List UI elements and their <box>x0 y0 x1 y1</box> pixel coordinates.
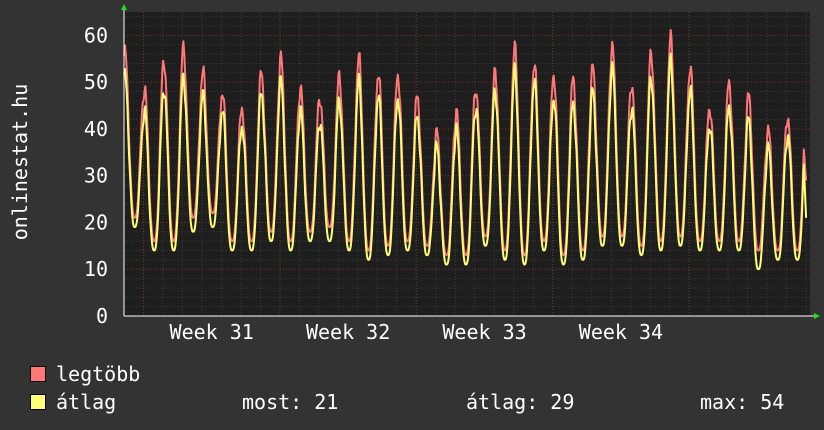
y-tick-label: 0 <box>96 304 108 328</box>
y-axis-label: onlinestat.hu <box>8 83 32 241</box>
y-tick-label: 10 <box>84 257 108 281</box>
x-tick-label: Week 34 <box>579 320 663 344</box>
legend-label-avg: átlag <box>56 390 117 414</box>
y-tick-label: 30 <box>84 164 108 188</box>
x-axis-arrow <box>814 313 820 319</box>
y-tick-label: 60 <box>84 23 108 47</box>
y-tick-label: 50 <box>84 70 108 94</box>
chart: 0 10 20 30 40 50 60 Week 31 Week 32 Week 33 Week 3… <box>84 4 820 344</box>
legend-label-max: legtöbb <box>56 362 141 386</box>
x-tick-label: Week 31 <box>170 320 254 344</box>
stat-now: most: 21 <box>242 390 339 414</box>
legend-item-max: legtöbb <box>30 362 140 386</box>
y-tick-label: 20 <box>84 210 108 234</box>
legend-item-avg: átlag <box>30 390 116 414</box>
stat-max: max: 54 <box>700 390 785 414</box>
x-tick-label: Week 32 <box>306 320 390 344</box>
x-tick-label: Week 33 <box>442 320 526 344</box>
legend-swatch-avg <box>30 393 46 410</box>
y-tick-label: 40 <box>84 117 108 141</box>
stat-avg: átlag: 29 <box>466 390 575 414</box>
y-axis-arrow <box>121 4 127 10</box>
legend-swatch-max <box>30 365 46 382</box>
